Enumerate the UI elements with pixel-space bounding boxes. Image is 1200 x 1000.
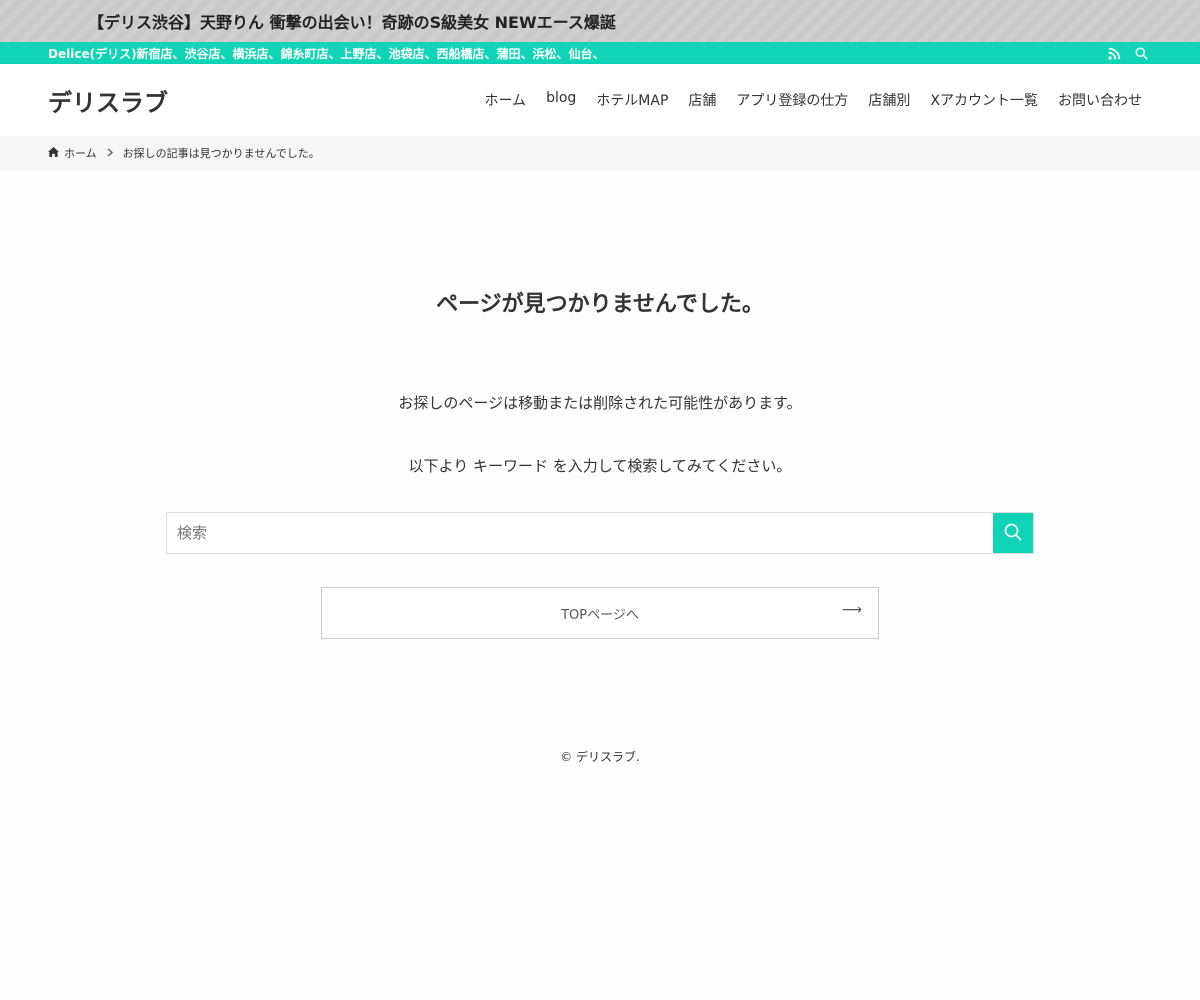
breadcrumb-current: お探しの記事は見つかりませんでした。 xyxy=(122,147,320,160)
search-button[interactable] xyxy=(993,513,1033,553)
page-title: ページが見つかりませんでした。 xyxy=(436,292,764,317)
search-input[interactable] xyxy=(167,513,993,553)
nav-item-hotel-map[interactable]: ホテルMAP xyxy=(586,90,678,110)
search-form xyxy=(166,512,1034,554)
nav-item-by-shop[interactable]: 店舗別 xyxy=(858,90,920,110)
not-found-message: お探しのページは移動または削除された可能性があります。 xyxy=(398,394,802,412)
notice-bar[interactable]: 【デリス渋谷】天野りん 衝撃の出会い！奇跡のS級美女 NEWエース爆誕 xyxy=(0,0,1200,42)
search-hint-message: 以下より キーワード を入力して検索してみてください。 xyxy=(408,457,792,475)
nav-item-home[interactable]: ホーム xyxy=(474,90,536,110)
notice-text[interactable]: 【デリス渋谷】天野りん 衝撃の出会い！奇跡のS級美女 NEWエース爆誕 xyxy=(88,9,616,33)
main-content: ページが見つかりませんでした。 お探しのページは移動または削除された可能性があり… xyxy=(0,170,1200,639)
breadcrumb-home[interactable]: ホーム xyxy=(48,145,97,161)
nav-item-x-accounts[interactable]: Xアカウント一覧 xyxy=(920,90,1048,110)
chevron-right-icon xyxy=(107,147,113,160)
home-icon xyxy=(48,146,59,160)
arrow-right-icon: ⟶ xyxy=(841,602,862,618)
search-icon[interactable] xyxy=(1135,46,1148,60)
site-header: デリスラブ ホーム blog ホテルMAP 店舗 アプリ登録の仕方 店舗別 Xア… xyxy=(0,64,1200,136)
footer-copyright: © デリスラブ. xyxy=(560,750,640,764)
nav-item-contact[interactable]: お問い合わせ xyxy=(1048,90,1152,110)
nav-item-blog[interactable]: blog xyxy=(536,90,586,110)
top-page-button-label: TOPページへ xyxy=(561,607,639,623)
top-bar: Delice(デリス)新宿店、渋谷店、横浜店、錦糸町店、上野店、池袋店、西船橋店… xyxy=(0,42,1200,64)
top-bar-icons xyxy=(1108,46,1148,60)
rss-icon[interactable] xyxy=(1108,47,1121,60)
nav-item-app-register[interactable]: アプリ登録の仕方 xyxy=(726,90,858,110)
site-title[interactable]: デリスラブ xyxy=(48,83,168,118)
nav-item-shops[interactable]: 店舗 xyxy=(678,90,726,110)
breadcrumb: ホーム お探しの記事は見つかりませんでした。 xyxy=(0,136,1200,170)
top-bar-text: Delice(デリス)新宿店、渋谷店、横浜店、錦糸町店、上野店、池袋店、西船橋店… xyxy=(48,46,605,61)
top-page-button[interactable]: TOPページへ ⟶ xyxy=(321,587,879,639)
breadcrumb-home-label: ホーム xyxy=(64,147,97,160)
search-icon xyxy=(1004,523,1022,544)
global-nav: ホーム blog ホテルMAP 店舗 アプリ登録の仕方 店舗別 Xアカウント一覧… xyxy=(474,90,1152,110)
